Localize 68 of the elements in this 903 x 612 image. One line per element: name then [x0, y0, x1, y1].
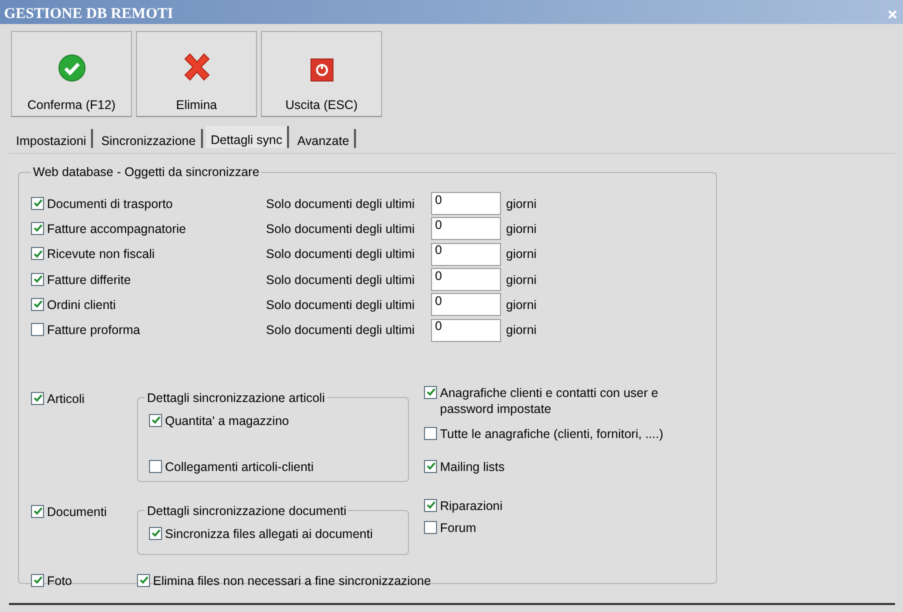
checkbox[interactable]: [137, 574, 150, 587]
days-field[interactable]: 0: [431, 318, 501, 342]
checkbox-label: Fatture accompagnatorie: [47, 220, 186, 237]
checkbox-label: Forum: [440, 520, 476, 536]
checkbox-label: Elimina files non necessari a fine sincronizzazione: [153, 572, 431, 589]
checkbox-label: Collegamenti articoli-clienti: [165, 458, 314, 475]
unit-label: giorni: [506, 247, 537, 262]
checkbox[interactable]: [31, 222, 44, 235]
group-title: Dettagli sincronizzazione documenti: [146, 504, 348, 518]
checkbox[interactable]: [31, 298, 44, 311]
field-label: Solo documenti degli ultimi: [266, 298, 416, 312]
checkbox-label: Foto: [47, 572, 72, 589]
toolbar-button[interactable]: Uscita (ESC): [261, 31, 382, 117]
unit-label: giorni: [506, 272, 537, 287]
field-label: Solo documenti degli ultimi: [266, 196, 416, 211]
group-title: Web database - Oggetti da sincronizzare: [32, 165, 260, 179]
checkbox-label: Fatture differite: [47, 272, 131, 288]
field-label: Solo documenti degli ultimi: [266, 272, 416, 287]
checkbox[interactable]: [149, 460, 162, 473]
checkbox-label: Articoli: [47, 390, 85, 407]
checkbox[interactable]: [424, 498, 437, 512]
unit-label: giorni: [506, 196, 537, 211]
checkbox-label: Riparazioni: [440, 498, 503, 514]
checkbox-label: Tutte le anagrafiche (clienti, fornitori, ....): [440, 426, 664, 442]
days-field[interactable]: 0: [431, 242, 501, 266]
tab[interactable]: Avanzate: [292, 129, 356, 148]
checkbox[interactable]: [149, 526, 162, 540]
checkbox-label: Documenti: [47, 504, 107, 520]
checkbox-label: Quantita' a magazzino: [165, 412, 289, 429]
days-field[interactable]: 0: [431, 192, 501, 216]
checkbox[interactable]: [424, 426, 437, 440]
field-label: Solo documenti degli ultimi: [266, 222, 416, 236]
tab[interactable]: Sincronizzazione: [96, 129, 203, 148]
checkbox[interactable]: [424, 520, 437, 534]
checkbox-label: Documenti di trasporto: [47, 196, 173, 212]
days-field[interactable]: 0: [431, 217, 501, 240]
checkbox-label: Ordini clienti: [47, 296, 116, 313]
checkbox[interactable]: [31, 323, 44, 336]
unit-label: giorni: [506, 323, 537, 338]
unit-label: giorni: [506, 298, 537, 312]
checkbox[interactable]: [31, 196, 44, 210]
tab[interactable]: Dettagli sync: [206, 126, 290, 148]
toolbar-button[interactable]: Conferma (F12): [11, 31, 132, 117]
checkbox[interactable]: [31, 392, 44, 405]
checkbox[interactable]: [424, 460, 437, 473]
group-title: Dettagli sincronizzazione articoli: [146, 390, 326, 405]
tab[interactable]: Impostazioni: [11, 129, 94, 148]
checkbox[interactable]: [31, 574, 44, 587]
checkmark-icon: [58, 54, 86, 82]
window-title: GESTIONE DB REMOTI: [4, 6, 174, 22]
days-field[interactable]: 0: [431, 268, 501, 292]
checkbox-label: Sincronizza files allegati ai documenti: [165, 526, 373, 542]
days-field[interactable]: 0: [431, 293, 501, 316]
toolbar-button[interactable]: Elimina: [136, 31, 257, 117]
cross-icon: [182, 52, 212, 82]
unit-label: giorni: [506, 222, 537, 236]
power-icon: [310, 58, 334, 82]
checkbox-label: Ricevute non fiscali: [47, 246, 155, 262]
checkbox[interactable]: [31, 272, 44, 286]
checkbox[interactable]: [31, 504, 44, 518]
checkbox[interactable]: [149, 414, 162, 427]
field-label: Solo documenti degli ultimi: [266, 247, 416, 262]
checkbox-label: Anagrafiche clienti e contatti con user e password impostate: [440, 384, 660, 417]
checkbox[interactable]: [31, 247, 44, 260]
field-label: Solo documenti degli ultimi: [266, 323, 416, 338]
checkbox[interactable]: [424, 386, 437, 399]
checkbox-label: Fatture proforma: [47, 322, 140, 338]
checkbox-label: Mailing lists: [440, 458, 505, 475]
